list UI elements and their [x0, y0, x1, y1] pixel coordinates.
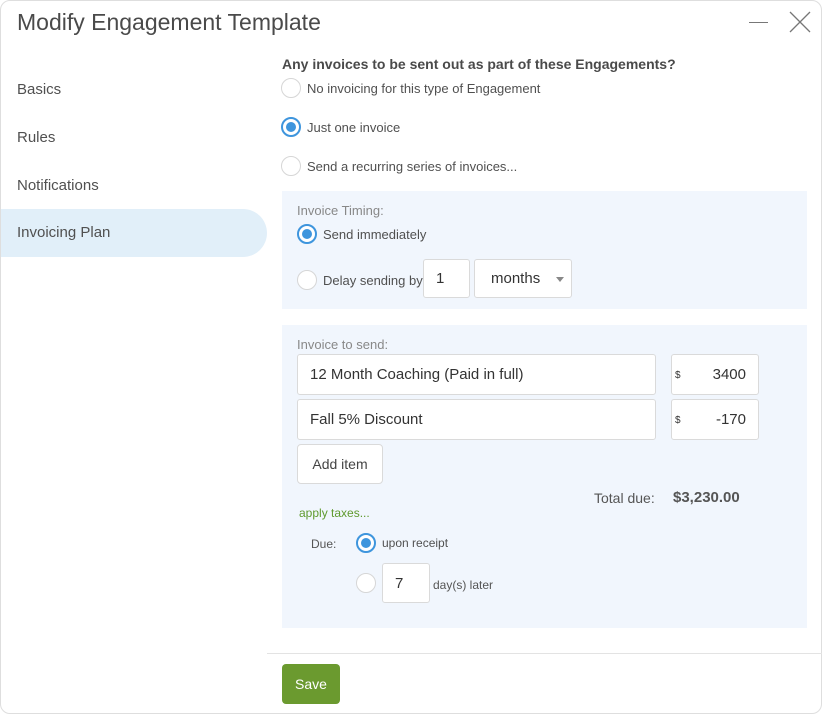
delay-unit-select[interactable]: months: [474, 259, 572, 298]
option-send-immediately[interactable]: Send immediately: [297, 224, 426, 244]
due-upon-receipt-label: upon receipt: [382, 536, 449, 550]
dialog-title: Modify Engagement Template: [17, 9, 321, 35]
invoice-timing-label: Invoice Timing:: [297, 203, 384, 218]
option-recurring-series[interactable]: Send a recurring series of invoices...: [281, 156, 517, 176]
delay-sending-label: Delay sending by: [323, 272, 423, 288]
option-no-invoicing-label: No invoicing for this type of Engagement: [307, 80, 541, 96]
sidebar-item-invoicing-plan[interactable]: Invoicing Plan: [1, 209, 267, 257]
line-item-amount-input[interactable]: $ -170: [671, 399, 759, 440]
line-item-amount-input[interactable]: $ 3400: [671, 354, 759, 395]
radio-send-immediately[interactable]: [297, 224, 317, 244]
due-label: Due:: [311, 537, 337, 551]
radio-recurring-series[interactable]: [281, 156, 301, 176]
radio-just-one-invoice[interactable]: [281, 117, 301, 137]
currency-symbol: $: [675, 370, 681, 381]
radio-due-later[interactable]: [356, 573, 376, 593]
option-no-invoicing[interactable]: No invoicing for this type of Engagement: [281, 78, 540, 98]
radio-delay-sending[interactable]: [297, 270, 317, 290]
option-just-one-invoice-label: Just one invoice: [307, 119, 401, 135]
footer-divider: [267, 653, 822, 654]
invoice-timing-panel: Invoice Timing: Send immediately Delay s…: [282, 191, 807, 309]
send-immediately-label: Send immediately: [323, 226, 427, 242]
close-icon[interactable]: [789, 11, 811, 33]
invoice-to-send-panel: Invoice to send: 12 Month Coaching (Paid…: [282, 325, 807, 628]
option-delay-sending[interactable]: Delay sending by: [297, 270, 423, 290]
radio-due-upon-receipt[interactable]: [356, 533, 376, 553]
line-item-amount-value: 3400: [712, 366, 746, 383]
total-due-value: $3,230.00: [673, 489, 740, 506]
minimize-icon[interactable]: [748, 11, 770, 33]
option-due-upon-receipt[interactable]: upon receipt: [356, 533, 448, 553]
invoicing-question: Any invoices to be sent out as part of t…: [282, 56, 676, 72]
sidebar-item-notifications[interactable]: Notifications: [1, 162, 267, 210]
modify-engagement-dialog: Modify Engagement Template Basics Rules …: [0, 0, 822, 714]
option-just-one-invoice[interactable]: Just one invoice: [281, 117, 400, 137]
add-item-button[interactable]: Add item: [297, 444, 383, 484]
option-due-later[interactable]: [356, 573, 382, 593]
due-days-later-label: day(s) later: [433, 578, 494, 592]
currency-symbol: $: [675, 415, 681, 426]
apply-taxes-link[interactable]: apply taxes...: [299, 506, 370, 520]
invoice-to-send-label: Invoice to send:: [297, 337, 389, 352]
sidebar-item-rules[interactable]: Rules: [1, 114, 267, 162]
total-due-label: Total due:: [594, 490, 655, 506]
save-button[interactable]: Save: [282, 664, 340, 704]
delay-amount-input[interactable]: 1: [423, 259, 470, 298]
line-item-amount-value: -170: [715, 411, 746, 428]
line-item-description-input[interactable]: 12 Month Coaching (Paid in full): [297, 354, 656, 395]
sidebar-item-basics[interactable]: Basics: [1, 66, 267, 114]
chevron-down-icon: [556, 277, 564, 282]
delay-unit-value: months: [491, 270, 541, 287]
option-recurring-series-label: Send a recurring series of invoices...: [307, 158, 518, 174]
due-days-input[interactable]: 7: [382, 563, 430, 603]
line-item-description-input[interactable]: Fall 5% Discount: [297, 399, 656, 440]
radio-no-invoicing[interactable]: [281, 78, 301, 98]
